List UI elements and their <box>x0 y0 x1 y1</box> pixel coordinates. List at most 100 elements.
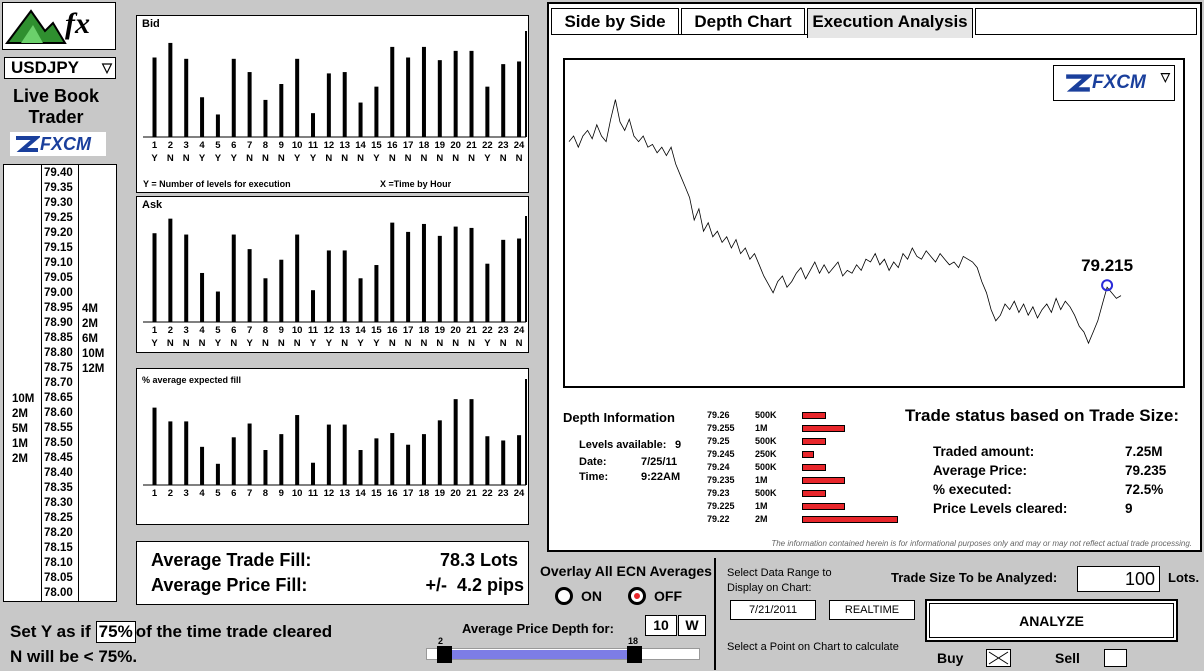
trade-size-input[interactable]: 100 <box>1077 566 1160 592</box>
chevron-down-icon: ▽ <box>102 60 112 75</box>
depth-size: 1M <box>755 475 768 485</box>
ladder-price[interactable]: 78.90 <box>44 317 73 330</box>
ladder-price[interactable]: 78.85 <box>44 332 73 345</box>
ladder-price[interactable]: 78.25 <box>44 512 73 525</box>
date-end-input[interactable]: REALTIME <box>829 600 915 620</box>
ladder-price[interactable]: 78.10 <box>44 557 73 570</box>
chevron-down-icon[interactable]: ▽ <box>1161 70 1170 84</box>
x-tick-label: 4 <box>199 488 205 499</box>
ladder-price[interactable]: 78.35 <box>44 482 73 495</box>
ladder-price[interactable]: 78.65 <box>44 392 73 405</box>
bar <box>501 64 506 137</box>
price-line <box>568 99 1122 345</box>
ladder-ask-volume[interactable]: 4M <box>82 302 98 317</box>
depth-size: 500K <box>755 462 777 472</box>
currency-pair-select[interactable]: USDJPY ▽ <box>4 57 116 79</box>
ladder-ask-volume[interactable]: 10M <box>82 347 104 362</box>
bar <box>485 263 490 322</box>
depth-slider-min-handle[interactable] <box>437 646 452 663</box>
depth-time-value: 9:22AM <box>641 471 681 483</box>
ladder-bid-volume[interactable]: 2M <box>12 407 28 422</box>
ladder-price[interactable]: 79.40 <box>44 167 73 180</box>
price-line-chart[interactable]: 79.215 FXCM ▽ <box>563 58 1185 388</box>
depth-unit-select[interactable]: W <box>678 615 706 636</box>
bar <box>311 462 316 485</box>
execution-flag: N <box>278 153 285 164</box>
bar <box>326 250 331 322</box>
ladder-price[interactable]: 78.50 <box>44 437 73 450</box>
tab-execution-analysis[interactable]: Execution Analysis <box>807 8 973 38</box>
ladder-price[interactable]: 78.60 <box>44 407 73 420</box>
date-start-input[interactable]: 7/21/2011 <box>730 600 816 620</box>
buy-checkbox[interactable] <box>986 649 1011 667</box>
depth-slider-track[interactable] <box>426 646 700 663</box>
ladder-price[interactable]: 78.20 <box>44 527 73 540</box>
ladder-bid-volume[interactable]: 10M <box>12 392 34 407</box>
x-tick-label: 17 <box>403 325 414 336</box>
analyze-button[interactable]: ANALYZE <box>925 599 1178 642</box>
depth-size: 500K <box>755 410 777 420</box>
execution-flag: Y <box>484 338 491 349</box>
x-tick-label: 18 <box>419 140 430 151</box>
execution-flag: N <box>421 338 428 349</box>
ladder-price[interactable]: 79.15 <box>44 242 73 255</box>
overlay-on-radio[interactable] <box>555 587 573 605</box>
depth-size-bar <box>802 503 846 510</box>
x-tick-label: 13 <box>339 140 350 151</box>
bar <box>168 421 173 485</box>
ladder-price[interactable]: 79.35 <box>44 182 73 195</box>
ladder-price[interactable]: 78.70 <box>44 377 73 390</box>
tab-underline <box>551 34 807 35</box>
ladder-bid-volume[interactable]: 1M <box>12 437 28 452</box>
ladder-ask-volume[interactable]: 6M <box>82 332 98 347</box>
overlay-off-radio[interactable] <box>628 587 646 605</box>
x-tick-label: 19 <box>435 488 446 499</box>
ladder-price[interactable]: 78.45 <box>44 452 73 465</box>
ladder-price[interactable]: 78.30 <box>44 497 73 510</box>
x-tick-label: 1 <box>152 325 158 336</box>
threshold-input[interactable]: 75% <box>95 621 136 643</box>
bar <box>152 233 157 322</box>
threshold-line2: N will be < 75%. <box>10 647 138 666</box>
sell-checkbox[interactable] <box>1104 649 1127 667</box>
ladder-price[interactable]: 78.80 <box>44 347 73 360</box>
ladder-price[interactable]: 79.05 <box>44 272 73 285</box>
ladder-price[interactable]: 78.75 <box>44 362 73 375</box>
price-line-svg[interactable]: 79.215 <box>565 60 1183 386</box>
fxcm-logo-text: FXCM <box>1092 72 1146 93</box>
ladder-price[interactable]: 79.30 <box>44 197 73 210</box>
x-tick-label: 2 <box>168 140 173 151</box>
execution-flag: N <box>183 338 190 349</box>
ladder-price[interactable]: 79.25 <box>44 212 73 225</box>
execution-flag: N <box>389 153 396 164</box>
bar <box>279 434 284 485</box>
ladder-price[interactable]: 78.95 <box>44 302 73 315</box>
execution-flag: N <box>167 338 174 349</box>
trade-status-label: Traded amount: <box>933 444 1035 459</box>
depth-info-title: Depth Information <box>563 410 675 425</box>
ladder-price[interactable]: 78.55 <box>44 422 73 435</box>
depth-slider-max-handle[interactable] <box>627 646 642 663</box>
ladder-price[interactable]: 79.20 <box>44 227 73 240</box>
tab-depth-chart[interactable]: Depth Chart <box>681 8 805 35</box>
ask-levels-chart: Ask 123456781Y2N3N4N5Y6N7Y8N9N10N11Y12Y1… <box>136 196 529 353</box>
ladder-price[interactable]: 78.15 <box>44 542 73 555</box>
x-tick-label: 3 <box>184 325 189 336</box>
ladder-bid-volume[interactable]: 2M <box>12 452 28 467</box>
execution-flag: Y <box>215 153 222 164</box>
depth-levels-value: 9 <box>675 439 682 451</box>
ladder-price[interactable]: 79.10 <box>44 257 73 270</box>
tab-side-by-side[interactable]: Side by Side <box>551 8 679 35</box>
ladder-ask-volume[interactable]: 2M <box>82 317 98 332</box>
bar <box>485 436 490 485</box>
x-tick-label: 10 <box>292 325 303 336</box>
ladder-price[interactable]: 78.40 <box>44 467 73 480</box>
bar <box>152 407 157 485</box>
depth-value-input[interactable]: 10 <box>645 615 677 636</box>
ladder-ask-volume[interactable]: 12M <box>82 362 104 377</box>
ladder-price[interactable]: 79.00 <box>44 287 73 300</box>
x-tick-label: 20 <box>450 488 461 499</box>
ladder-bid-volume[interactable]: 5M <box>12 422 28 437</box>
ladder-price[interactable]: 78.00 <box>44 587 73 600</box>
ladder-price[interactable]: 78.05 <box>44 572 73 585</box>
